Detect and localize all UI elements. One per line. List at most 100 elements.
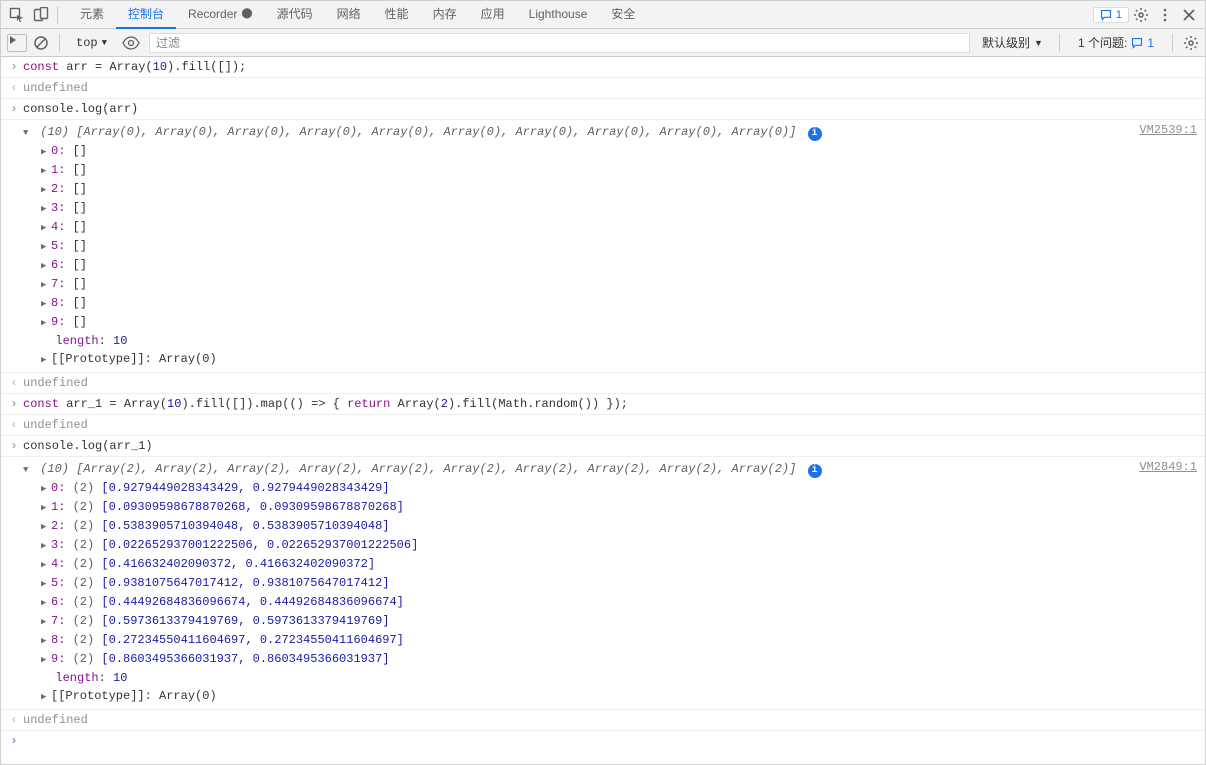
filter-input[interactable]: 过滤 (149, 33, 970, 53)
tab-elements[interactable]: 元素 (68, 1, 116, 29)
caret-right-icon[interactable]: ▶ (41, 162, 51, 180)
tab-memory[interactable]: 内存 (421, 1, 469, 29)
array-prototype[interactable]: ▶[[Prototype]]: Array(0) (41, 350, 1131, 369)
context-label: top (76, 36, 98, 50)
caret-right-icon[interactable]: ▶ (41, 276, 51, 294)
array-item[interactable]: ▶0: (2) [0.9279449028343429, 0.927944902… (41, 479, 1131, 498)
array-item[interactable]: ▶3: (2) [0.022652937001222506, 0.0226529… (41, 536, 1131, 555)
array-item[interactable]: ▶1: (2) [0.09309598678870268, 0.09309598… (41, 498, 1131, 517)
array-item[interactable]: ▶0: [] (41, 142, 1131, 161)
console-prompt[interactable] (1, 731, 1205, 751)
live-expression-icon[interactable] (119, 33, 143, 53)
tab-sources[interactable]: 源代码 (265, 1, 325, 29)
tab-console[interactable]: 控制台 (116, 1, 176, 29)
execution-context-select[interactable]: top ▼ (70, 33, 113, 53)
tab-recorder[interactable]: Recorder ⬤ (176, 1, 265, 29)
caret-right-icon[interactable]: ▶ (41, 238, 51, 256)
array-summary-line[interactable]: ▼ (10) [Array(0), Array(0), Array(0), Ar… (23, 123, 1131, 142)
caret-right-icon[interactable]: ▶ (41, 499, 51, 517)
caret-right-icon[interactable]: ▶ (41, 537, 51, 555)
separator (1172, 34, 1173, 52)
array-item[interactable]: ▶9: [] (41, 313, 1131, 332)
log-level-select[interactable]: 默认级别 ▼ (976, 33, 1049, 53)
more-menu-icon[interactable] (1153, 3, 1177, 27)
array-item[interactable]: ▶5: (2) [0.9381075647017412, 0.938107564… (41, 574, 1131, 593)
source-link[interactable]: VM2849:1 (1139, 460, 1197, 474)
info-icon[interactable]: i (808, 127, 822, 141)
array-item[interactable]: ▶2: [] (41, 180, 1131, 199)
array-item[interactable]: ▶3: [] (41, 199, 1131, 218)
tab-application[interactable]: 应用 (469, 1, 517, 29)
tab-lighthouse[interactable]: Lighthouse (517, 1, 600, 29)
array-item[interactable]: ▶8: (2) [0.27234550411604697, 0.27234550… (41, 631, 1131, 650)
caret-right-icon[interactable]: ▶ (41, 200, 51, 218)
caret-right-icon[interactable]: ▶ (41, 314, 51, 332)
caret-right-icon[interactable]: ▶ (41, 257, 51, 275)
code-line[interactable]: const arr_1 = Array(10).fill([]).map(() … (23, 397, 1197, 411)
caret-right-icon[interactable]: ▶ (41, 143, 51, 161)
caret-right-icon[interactable]: ▶ (41, 219, 51, 237)
log-content: ▼ (10) [Array(0), Array(0), Array(0), Ar… (23, 123, 1131, 369)
console-log-row: ▼ (10) [Array(2), Array(2), Array(2), Ar… (1, 457, 1205, 710)
array-item[interactable]: ▶2: (2) [0.5383905710394048, 0.538390571… (41, 517, 1131, 536)
undefined-output: undefined (23, 81, 1197, 95)
caret-right-icon[interactable]: ▶ (41, 295, 51, 313)
console-settings-gear-icon[interactable] (1183, 35, 1199, 51)
array-item[interactable]: ▶8: [] (41, 294, 1131, 313)
array-summary-line[interactable]: ▼ (10) [Array(2), Array(2), Array(2), Ar… (23, 460, 1131, 479)
caret-right-icon[interactable]: ▶ (41, 594, 51, 612)
array-item[interactable]: ▶6: (2) [0.44492684836096674, 0.44492684… (41, 593, 1131, 612)
inspect-element-icon[interactable] (5, 3, 29, 27)
array-prototype[interactable]: ▶[[Prototype]]: Array(0) (41, 687, 1131, 706)
source-link[interactable]: VM2539:1 (1139, 123, 1197, 137)
caret-right-icon[interactable]: ▶ (41, 632, 51, 650)
prompt-marker-icon (5, 734, 23, 748)
array-item[interactable]: ▶4: (2) [0.416632402090372, 0.4166324020… (41, 555, 1131, 574)
array-item[interactable]: ▶4: [] (41, 218, 1131, 237)
array-item[interactable]: ▶5: [] (41, 237, 1131, 256)
array-item[interactable]: ▶7: [] (41, 275, 1131, 294)
tab-security[interactable]: 安全 (599, 1, 647, 29)
input-marker-icon (5, 60, 23, 74)
code-line[interactable]: console.log(arr_1) (23, 439, 1197, 453)
array-item[interactable]: ▶9: (2) [0.8603495366031937, 0.860349536… (41, 650, 1131, 669)
array-tree: ▶0: []▶1: []▶2: []▶3: []▶4: []▶5: []▶6: … (23, 142, 1131, 369)
close-devtools-icon[interactable] (1177, 3, 1201, 27)
log-level-label: 默认级别 (982, 34, 1030, 51)
settings-gear-icon[interactable] (1129, 3, 1153, 27)
message-count: 1 (1116, 9, 1122, 21)
caret-right-icon[interactable]: ▶ (41, 651, 51, 669)
console-toolbar: top ▼ 过滤 默认级别 ▼ 1 个问题: 1 (1, 29, 1205, 57)
tab-performance[interactable]: 性能 (373, 1, 421, 29)
toggle-sidebar-icon[interactable] (7, 34, 27, 52)
caret-right-icon[interactable]: ▶ (41, 480, 51, 498)
code-line[interactable]: const arr = Array(10).fill([]); (23, 60, 1197, 74)
caret-right-icon[interactable]: ▶ (41, 518, 51, 536)
caret-down-icon[interactable]: ▼ (23, 124, 33, 142)
array-item[interactable]: ▶7: (2) [0.5973613379419769, 0.597361337… (41, 612, 1131, 631)
caret-right-icon[interactable]: ▶ (41, 688, 51, 706)
array-item[interactable]: ▶6: [] (41, 256, 1131, 275)
caret-right-icon[interactable]: ▶ (41, 556, 51, 574)
caret-right-icon[interactable]: ▶ (41, 351, 51, 369)
caret-right-icon[interactable]: ▶ (41, 181, 51, 199)
input-marker-icon (5, 102, 23, 116)
issues-counter[interactable]: 1 个问题: 1 (1070, 34, 1162, 51)
caret-right-icon[interactable]: ▶ (41, 575, 51, 593)
tab-network[interactable]: 网络 (325, 1, 373, 29)
device-toggle-icon[interactable] (29, 3, 53, 27)
array-item[interactable]: ▶1: [] (41, 161, 1131, 180)
filter-placeholder: 过滤 (156, 36, 180, 50)
array-length: length: 10 (41, 332, 1131, 350)
clear-console-icon[interactable] (33, 35, 49, 51)
caret-down-icon[interactable]: ▼ (23, 461, 33, 479)
console-output-row: undefined (1, 373, 1205, 394)
prompt-input[interactable] (23, 734, 1197, 748)
array-summary: (10) [Array(0), Array(0), Array(0), Arra… (40, 125, 796, 139)
log-content: ▼ (10) [Array(2), Array(2), Array(2), Ar… (23, 460, 1131, 706)
code-line[interactable]: console.log(arr) (23, 102, 1197, 116)
caret-right-icon[interactable]: ▶ (41, 613, 51, 631)
console-body[interactable]: const arr = Array(10).fill([]); undefine… (1, 57, 1205, 764)
info-icon[interactable]: i (808, 464, 822, 478)
message-count-badge[interactable]: 1 (1093, 7, 1129, 23)
